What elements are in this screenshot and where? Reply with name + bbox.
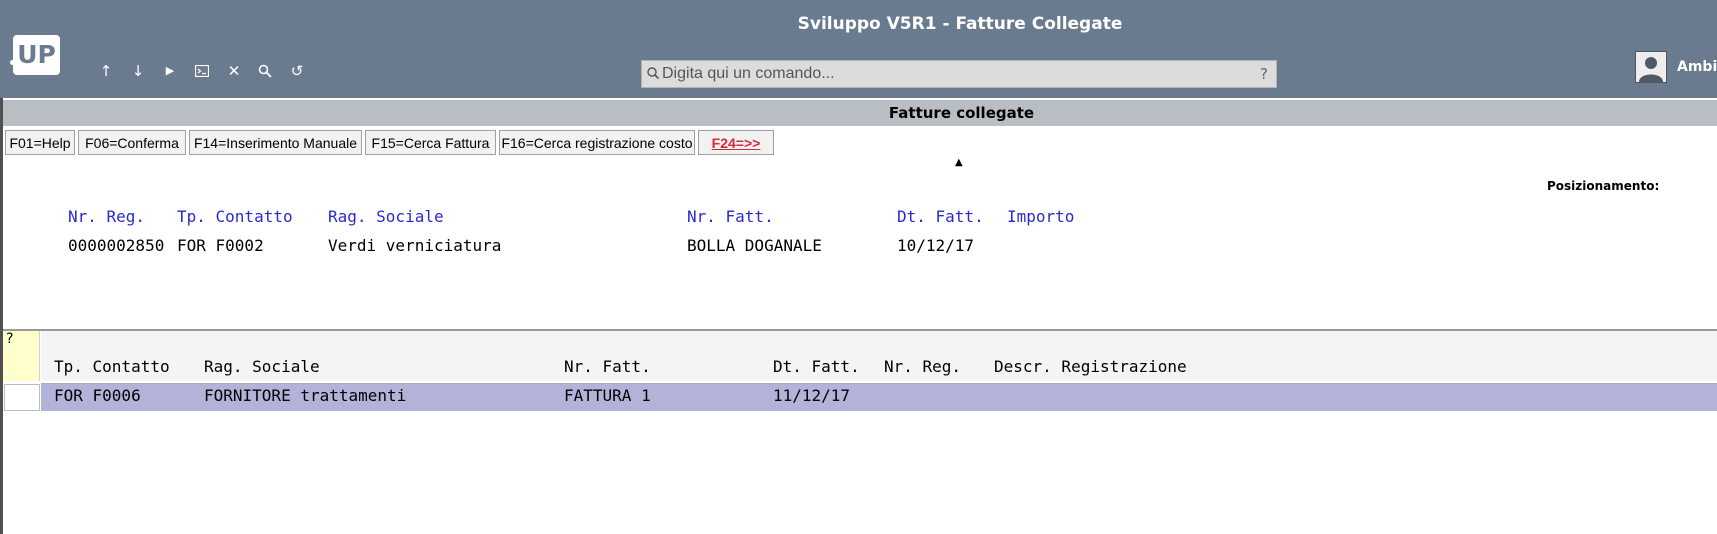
value-dt-fatt: 10/12/17 (897, 236, 975, 255)
terminal-icon[interactable] (191, 60, 213, 82)
cell-nr-fatt: FATTURA 1 (564, 386, 651, 405)
arrow-up-icon[interactable]: ↑ (95, 60, 117, 82)
label-dt-fatt: Dt. Fatt. (897, 207, 984, 226)
command-bar[interactable]: ? (641, 60, 1277, 88)
row-option-input[interactable] (4, 384, 40, 411)
cell-tp-contatto: FOR F0006 (54, 386, 141, 405)
label-tp-contatto: Tp. Contatto (177, 207, 293, 226)
window-title: Sviluppo V5R1 - Fatture Collegate (797, 14, 1123, 34)
table-row[interactable]: FOR F0006 FORNITORE trattamenti FATTURA … (41, 384, 1717, 411)
cell-dt-fatt: 11/12/17 (773, 386, 851, 405)
command-input[interactable] (662, 61, 1242, 87)
label-rag-sociale: Rag. Sociale (328, 207, 444, 226)
col-descr-registrazione: Descr. Registrazione (994, 357, 1187, 376)
user-avatar-icon[interactable] (1635, 51, 1667, 83)
undo-icon[interactable]: ↺ (286, 60, 308, 82)
close-icon[interactable]: ✕ (223, 60, 245, 82)
fkey-f16[interactable]: F16=Cerca registrazione costo (499, 130, 695, 155)
help-icon[interactable]: ? (1260, 65, 1268, 83)
caret-up-icon: ▲ (955, 157, 963, 168)
value-tp-contatto: FOR F0002 (177, 236, 264, 255)
fkey-f01[interactable]: F01=Help (5, 130, 75, 155)
search-icon[interactable] (254, 60, 276, 82)
col-nr-reg: Nr. Reg. (884, 357, 962, 376)
subfile-help-cell[interactable]: ? (3, 331, 40, 381)
frame-border (0, 98, 3, 534)
col-rag-sociale: Rag. Sociale (204, 357, 320, 376)
screen-title: Fatture collegate (888, 104, 1035, 122)
arrow-down-icon[interactable]: ↓ (127, 60, 149, 82)
play-icon[interactable]: ▶ (159, 60, 181, 82)
user-name[interactable]: Ambie (1677, 59, 1717, 75)
app-header: Sviluppo V5R1 - Fatture Collegate UP ↑ ↓… (0, 0, 1717, 98)
position-label: Posizionamento: (1547, 179, 1660, 193)
cell-rag-sociale: FORNITORE trattamenti (204, 386, 407, 405)
value-rag-sociale: Verdi verniciatura (328, 236, 502, 255)
label-nr-fatt: Nr. Fatt. (687, 207, 774, 226)
app-logo[interactable]: UP (13, 35, 60, 75)
search-icon (646, 65, 662, 83)
fkey-f24[interactable]: F24=>> (698, 130, 774, 155)
col-tp-contatto: Tp. Contatto (54, 357, 170, 376)
fkey-f06[interactable]: F06=Conferma (78, 130, 186, 155)
fkey-f14[interactable]: F14=Inserimento Manuale (189, 130, 362, 155)
col-dt-fatt: Dt. Fatt. (773, 357, 860, 376)
label-importo: Importo (1007, 207, 1075, 226)
fkey-f15[interactable]: F15=Cerca Fattura (365, 130, 496, 155)
col-nr-fatt: Nr. Fatt. (564, 357, 651, 376)
screen-title-bar: Fatture collegate (3, 100, 1717, 126)
label-nr-reg: Nr. Reg. (68, 207, 146, 226)
value-nr-fatt: BOLLA DOGANALE (687, 236, 822, 255)
value-nr-reg: 0000002850 (68, 236, 165, 255)
